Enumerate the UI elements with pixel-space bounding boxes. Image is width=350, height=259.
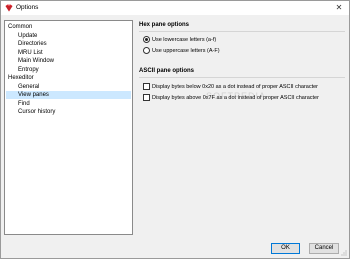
tree-item-view-panes[interactable]: View panes xyxy=(6,91,131,99)
app-icon xyxy=(5,4,13,12)
dots-above-0x7f-checkbox[interactable] xyxy=(143,94,150,101)
uppercase-radio[interactable] xyxy=(143,47,150,54)
lowercase-label[interactable]: Use lowercase letters (a-f) xyxy=(152,36,216,44)
cancel-button[interactable]: Cancel xyxy=(309,243,339,254)
radio-selected-dot xyxy=(145,38,148,41)
tree-item-find[interactable]: Find xyxy=(18,100,30,108)
tree-item-hexeditor[interactable]: Hexeditor xyxy=(8,74,34,82)
tree-item-cursor-history[interactable]: Cursor history xyxy=(18,108,55,116)
close-button[interactable]: ✕ xyxy=(332,2,346,13)
ascii-pane-title: ASCII pane options xyxy=(139,68,195,74)
softpedia-watermark: SOFTPEDIA xyxy=(206,91,267,101)
tree-item-main-window[interactable]: Main Window xyxy=(18,57,54,65)
options-dialog: Options ✕ Common Update Directories MRU … xyxy=(0,0,350,259)
hex-pane-title: Hex pane options xyxy=(139,22,190,28)
lowercase-radio[interactable] xyxy=(143,36,150,43)
ascii-pane-separator xyxy=(139,77,345,78)
hex-pane-separator xyxy=(139,31,345,32)
window-title: Options xyxy=(16,4,39,11)
resize-grip-icon[interactable] xyxy=(341,250,347,256)
title-bar[interactable]: Options ✕ xyxy=(1,1,349,15)
dots-below-0x20-checkbox[interactable] xyxy=(143,83,150,90)
ok-button[interactable]: OK xyxy=(271,243,300,254)
tree-item-update[interactable]: Update xyxy=(18,32,37,40)
options-tree[interactable]: Common Update Directories MRU List Main … xyxy=(4,20,133,235)
close-icon: ✕ xyxy=(335,3,343,12)
tree-item-general[interactable]: General xyxy=(18,83,39,91)
dots-below-0x20-label[interactable]: Display bytes below 0x20 as a dot instea… xyxy=(152,83,318,91)
tree-item-entropy[interactable]: Entropy xyxy=(18,66,39,74)
tree-item-mru-list[interactable]: MRU List xyxy=(18,49,43,57)
tree-item-common[interactable]: Common xyxy=(8,23,32,31)
tree-item-directories[interactable]: Directories xyxy=(18,40,47,48)
uppercase-label[interactable]: Use uppercase letters (A-F) xyxy=(152,47,220,55)
